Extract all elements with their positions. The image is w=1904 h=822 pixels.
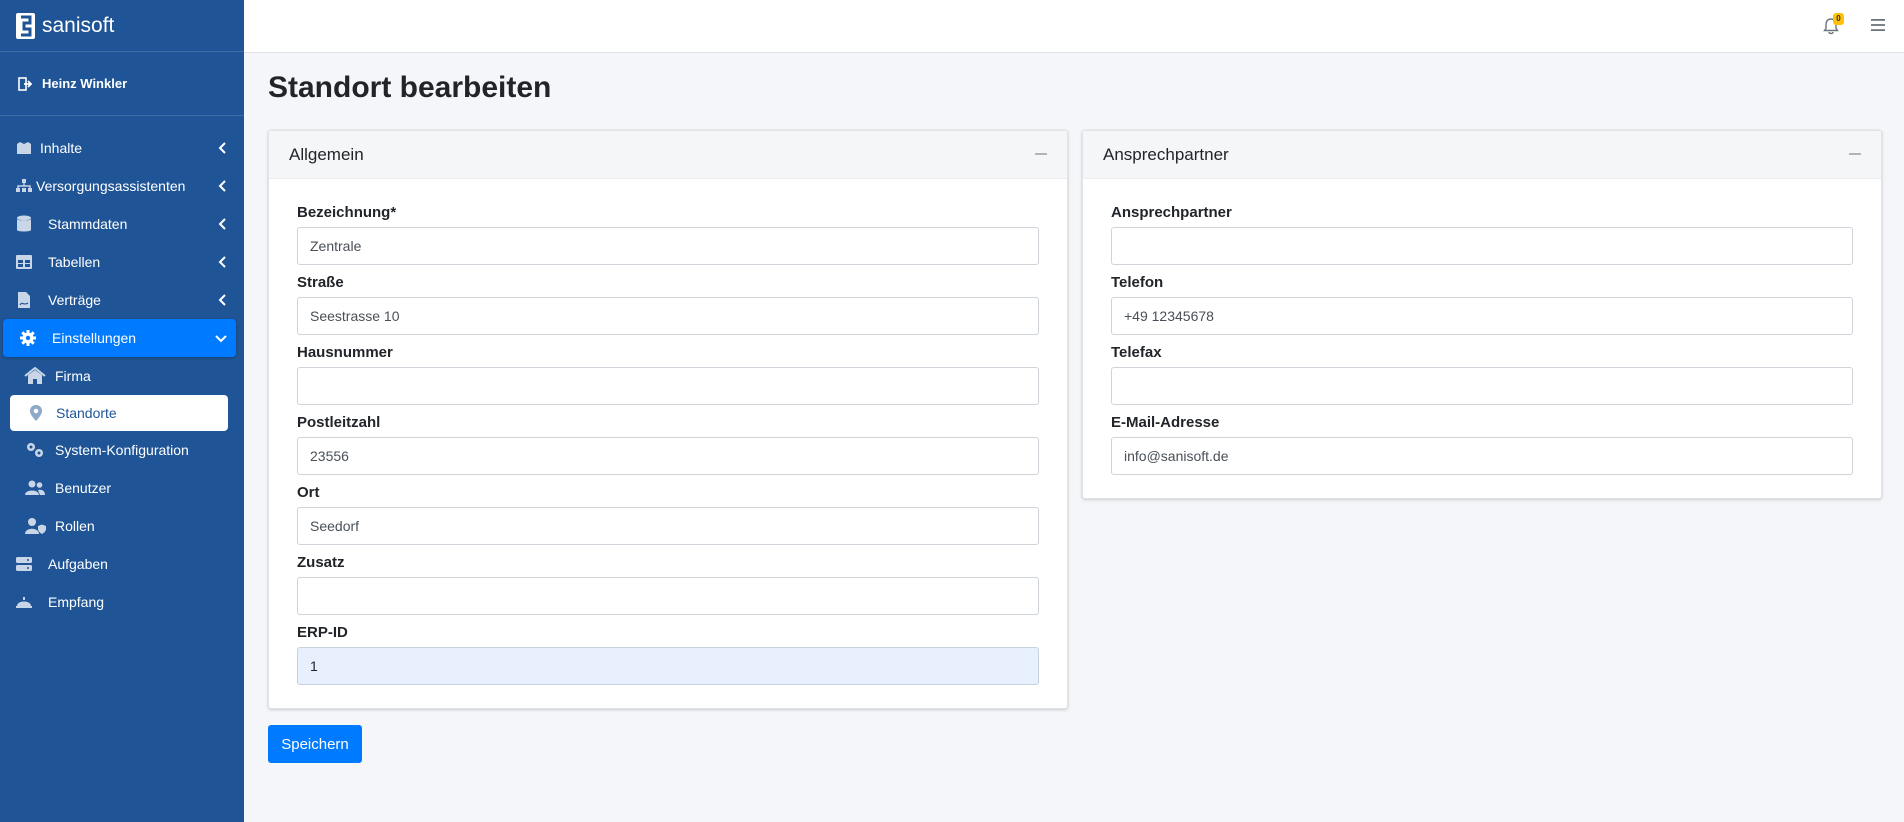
field-label: Hausnummer [297, 344, 393, 361]
ansprechpartner-input[interactable] [1111, 227, 1853, 265]
strasse-input[interactable] [297, 297, 1039, 335]
general-card: Allgemein Bezeichnung* Straße Hausnummer… [268, 130, 1068, 709]
field-label: Bezeichnung* [297, 204, 397, 221]
sidebar-subitem-label: Standorte [56, 405, 117, 421]
sidebar-subitem-label: Benutzer [55, 480, 112, 496]
field-label: Zusatz [297, 554, 345, 571]
user-name: Heinz Winkler [42, 76, 128, 91]
brand-link[interactable]: sanisoft [0, 0, 244, 52]
collapse-icon[interactable] [1035, 153, 1047, 155]
postleitzahl-input[interactable] [297, 437, 1039, 475]
chevron-down-icon [215, 335, 227, 343]
sidebar-item-vertraege[interactable]: Verträge [0, 281, 244, 319]
sidebar-nav: Inhalte Versorgungsassistenten Stammdate… [0, 116, 244, 621]
gear-icon [18, 328, 38, 348]
field-label: Telefon [1111, 274, 1164, 291]
users-icon [24, 478, 46, 498]
contact-card: Ansprechpartner Ansprechpartner Telefon … [1082, 130, 1882, 499]
contact-card-body: Ansprechpartner Telefon Telefax E-Mail-A… [1083, 179, 1881, 475]
sidebar-subitem-standorte[interactable]: Standorte [10, 395, 228, 431]
general-card-header: Allgemein [269, 131, 1067, 179]
contact-card-header: Ansprechpartner [1083, 131, 1881, 179]
map-marker-icon [25, 403, 47, 423]
zusatz-input[interactable] [297, 577, 1039, 615]
sidebar-subitem-label: Firma [55, 368, 91, 384]
sidebar-item-empfang[interactable]: Empfang [0, 583, 244, 621]
logout-icon [18, 76, 33, 91]
topbar: 0 [244, 0, 1904, 53]
page-title: Standort bearbeiten [268, 71, 552, 104]
bezeichnung-input[interactable] [297, 227, 1039, 265]
table-icon [14, 252, 34, 272]
sidebar-subitem-rollen[interactable]: Rollen [0, 507, 244, 545]
main-content: Standort bearbeiten Allgemein Bezeichnun… [268, 53, 1904, 763]
contract-icon [14, 290, 34, 310]
sidebar-item-label: Empfang [48, 594, 105, 610]
save-button[interactable]: Speichern [268, 725, 362, 763]
field-label: E-Mail-Adresse [1111, 414, 1220, 431]
sidebar-item-label: Einstellungen [52, 330, 137, 346]
sidebar-item-label: Inhalte [40, 140, 83, 156]
brand-name: sanisoft [42, 13, 115, 37]
sidebar-item-stammdaten[interactable]: Stammdaten [0, 205, 244, 243]
sidebar-item-label: Tabellen [48, 254, 101, 270]
chevron-left-icon [218, 218, 226, 230]
chevron-left-icon [218, 142, 226, 154]
sidebar-subitem-benutzer[interactable]: Benutzer [0, 469, 244, 507]
user-panel[interactable]: Heinz Winkler [0, 52, 244, 116]
sidebar-subitem-firma[interactable]: Firma [0, 357, 244, 395]
sidebar-item-tabellen[interactable]: Tabellen [0, 243, 244, 281]
sidebar-item-inhalte[interactable]: Inhalte [0, 129, 244, 167]
telefax-input[interactable] [1111, 367, 1853, 405]
collapse-icon[interactable] [1849, 153, 1861, 155]
telefon-input[interactable] [1111, 297, 1853, 335]
sanisoft-logo-icon [16, 12, 35, 39]
menu-icon[interactable] [1870, 17, 1886, 33]
cogs-icon [24, 440, 46, 460]
field-label: Telefax [1111, 344, 1162, 361]
general-card-body: Bezeichnung* Straße Hausnummer Postleitz… [269, 179, 1067, 685]
sidebar-item-label: Verträge [48, 292, 101, 308]
chevron-left-icon [218, 256, 226, 268]
field-label: Straße [297, 274, 344, 291]
user-shield-icon [24, 516, 46, 536]
chevron-left-icon [218, 180, 226, 192]
sidebar-subitem-system-konfiguration[interactable]: System-Konfiguration [0, 431, 244, 469]
sidebar-item-label: Versorgungsassistenten [36, 178, 186, 194]
sidebar-item-einstellungen[interactable]: Einstellungen [3, 319, 236, 357]
erp-id-input[interactable] [297, 647, 1039, 685]
sitemap-icon [14, 176, 34, 196]
field-label: Ansprechpartner [1111, 204, 1232, 221]
sidebar-subitem-label: System-Konfiguration [55, 442, 189, 458]
sidebar-item-aufgaben[interactable]: Aufgaben [0, 545, 244, 583]
field-label: Postleitzahl [297, 414, 381, 431]
inhalte-icon [14, 138, 34, 158]
sidebar-item-label: Aufgaben [48, 556, 108, 572]
notification-badge: 0 [1833, 13, 1844, 25]
card-title: Allgemein [289, 144, 364, 164]
field-label: ERP-ID [297, 624, 348, 641]
concierge-bell-icon [14, 592, 34, 612]
chevron-left-icon [218, 294, 226, 306]
email-input[interactable] [1111, 437, 1853, 475]
sidebar-item-label: Stammdaten [48, 216, 128, 232]
server-icon [14, 554, 34, 574]
sidebar: sanisoft Heinz Winkler Inhalte Versorgun… [0, 0, 244, 822]
sidebar-item-versorgungsassistenten[interactable]: Versorgungsassistenten [0, 167, 244, 205]
hausnummer-input[interactable] [297, 367, 1039, 405]
database-icon [14, 214, 34, 234]
ort-input[interactable] [297, 507, 1039, 545]
sidebar-subitem-label: Rollen [55, 518, 95, 534]
card-title: Ansprechpartner [1103, 144, 1229, 164]
home-icon [24, 366, 46, 386]
field-label: Ort [297, 484, 320, 501]
